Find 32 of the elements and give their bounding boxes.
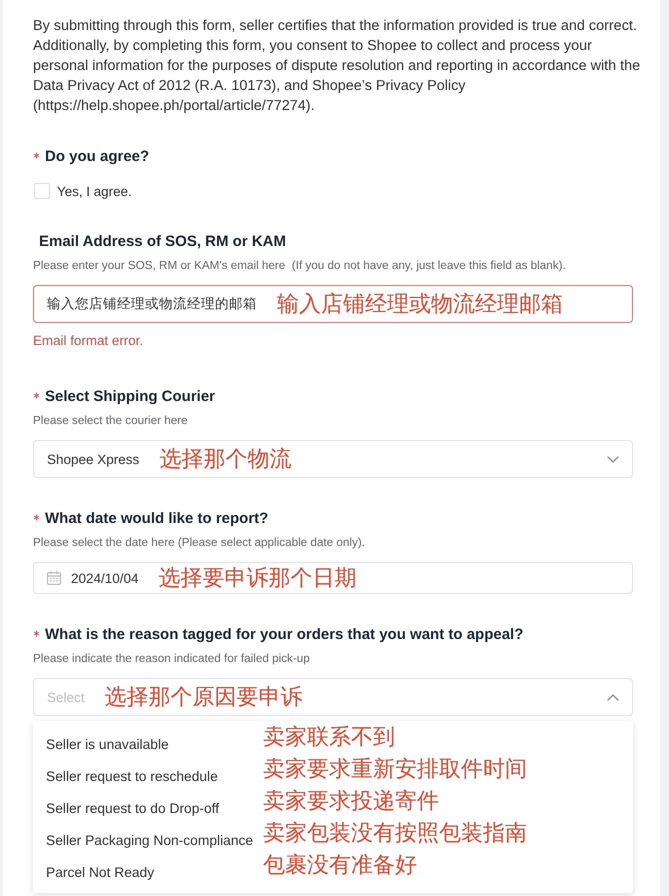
annotation-note: 卖家要求重新安排取件时间 xyxy=(263,757,527,781)
hint-text: Please indicate the reason indicated for failed pick-up xyxy=(33,651,311,667)
checkbox[interactable] xyxy=(34,183,50,199)
calendar-icon xyxy=(47,571,61,585)
question-label: What is the reason tagged for your orders that you want to appeal? xyxy=(45,625,524,645)
date-field[interactable]: 2024/10/04 选择要申诉那个日期 xyxy=(33,562,633,594)
menu-option[interactable]: Seller is unavailable xyxy=(33,729,263,761)
question-label: Email Address of SOS, RM or KAM xyxy=(38,232,286,252)
question-label: Select Shipping Courier xyxy=(45,387,216,407)
email-field[interactable]: 输入您店铺经理或物流经理的邮箱 输入店铺经理或物流经理邮箱 xyxy=(33,285,633,323)
annotation-note: 选择要申诉那个日期 xyxy=(158,566,357,590)
checkbox-label[interactable]: Yes, I agree. xyxy=(57,184,132,198)
annotation-note: 选择那个物流 xyxy=(159,447,292,471)
menu-option[interactable]: Parcel Not Ready xyxy=(33,857,263,889)
select-field[interactable]: Select 选择那个原因要申诉 xyxy=(33,678,633,716)
annotation-note: 卖家联系不到 xyxy=(263,725,395,749)
hint-text: Please select the courier here xyxy=(33,413,189,429)
select-field[interactable]: Shopee Xpress 选择那个物流 xyxy=(33,440,633,478)
error-message: Email format error. xyxy=(33,332,144,350)
menu-option[interactable]: Seller request to do Drop-off xyxy=(33,793,263,825)
annotation-note: 卖家要求投递寄件 xyxy=(263,789,439,813)
annotation-note: 选择那个原因要申诉 xyxy=(104,685,303,709)
menu-option[interactable]: Seller request to reschedule xyxy=(33,761,263,793)
consent-paragraph: By submitting through this form, seller certifies that the information provided is true and correct. Additionally, by completing this form, you consent to Shopee to collect and process your personal information for the purposes of dispute resolution and reporting in accordance with the Data Privacy Act of 2012 (R.A. 10173), and Shopee’s Privacy Policy (https://help.shopee.ph/portal/article/77274). xyxy=(33,17,642,116)
annotation-note: 输入店铺经理或物流经理邮箱 xyxy=(277,292,563,316)
annotation-note: 卖家包装没有按照包装指南 xyxy=(263,821,527,845)
question-label: What date would like to report? xyxy=(45,509,268,529)
hint-text: Please select the date here (Please select applicable date only). xyxy=(33,535,366,551)
question-label: Do you agree? xyxy=(45,147,150,167)
hint-text: Please enter your SOS, RM or KAM's email here (If you do not have any, just leave this field as blank). xyxy=(33,258,567,274)
annotation-note: 包裹没有准备好 xyxy=(263,853,417,877)
menu-option[interactable]: Seller Packaging Non-compliance xyxy=(33,825,263,857)
